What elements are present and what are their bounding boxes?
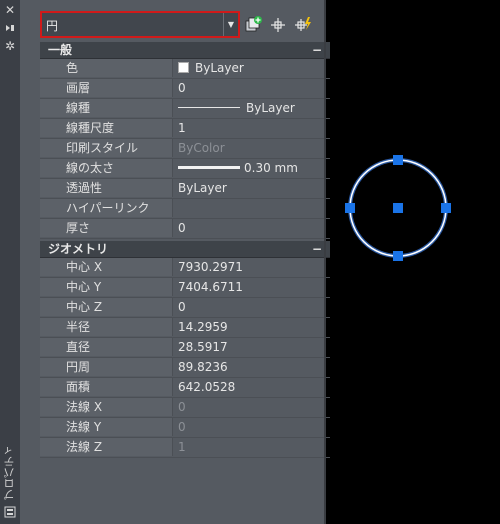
property-value[interactable]: ByLayer xyxy=(246,101,295,115)
section-geometry[interactable]: ジオメトリ − xyxy=(40,241,330,258)
property-row-color[interactable]: 色 ByLayer xyxy=(40,59,330,79)
property-row-lineweight[interactable]: 線の太さ 0.30 mm xyxy=(40,159,330,179)
property-row-center-z[interactable]: 中心 Z 0 xyxy=(40,298,330,318)
grip-top[interactable] xyxy=(393,155,403,165)
property-value[interactable]: 7930.2971 xyxy=(174,258,330,276)
palette-title: プロパティ xyxy=(3,445,16,500)
property-value[interactable] xyxy=(174,199,330,217)
property-row-center-y[interactable]: 中心 Y 7404.6711 xyxy=(40,278,330,298)
property-row-radius[interactable]: 半径 14.2959 xyxy=(40,318,330,338)
lineweight-preview-icon xyxy=(178,166,240,169)
property-row-circumference[interactable]: 円周 89.8236 xyxy=(40,358,330,378)
grip-bottom[interactable] xyxy=(393,251,403,261)
property-value: 0 xyxy=(178,400,186,414)
property-row-area[interactable]: 面積 642.0528 xyxy=(40,378,330,398)
property-value[interactable]: 0 xyxy=(174,298,330,316)
property-row-linetype[interactable]: 線種 ByLayer xyxy=(40,99,330,119)
property-value: 0 xyxy=(178,420,186,434)
property-row-normal-z: 法線 Z 1 xyxy=(40,438,330,458)
property-value[interactable]: 7404.6711 xyxy=(174,278,330,296)
property-label: 線種 xyxy=(40,99,173,117)
gear-icon[interactable]: ✲ xyxy=(4,40,16,52)
properties-panel: 円 ▼ 一般 − 色 ByLayer 画層 0 線種 ByLayer 線種尺度 … xyxy=(20,0,330,524)
property-grid: 一般 − 色 ByLayer 画層 0 線種 ByLayer 線種尺度 1 印刷… xyxy=(40,42,330,458)
property-value[interactable]: ByLayer xyxy=(195,61,244,75)
panel-border xyxy=(324,0,326,524)
property-label: 線種尺度 xyxy=(40,119,173,137)
palette-menu-icon[interactable] xyxy=(4,506,16,518)
collapse-icon[interactable]: − xyxy=(312,42,322,59)
property-label: 半径 xyxy=(40,318,173,336)
property-value[interactable]: 642.0528 xyxy=(174,378,330,396)
property-value[interactable]: 89.8236 xyxy=(174,358,330,376)
property-label: 透過性 xyxy=(40,179,173,197)
palette-sidebar: ✕ ✲ プロパティ xyxy=(0,0,20,524)
property-label: 中心 Y xyxy=(40,278,173,296)
property-row-normal-x: 法線 X 0 xyxy=(40,398,330,418)
section-general[interactable]: 一般 − xyxy=(40,42,330,59)
property-row-transparency[interactable]: 透過性 ByLayer xyxy=(40,179,330,199)
property-row-hyperlink[interactable]: ハイパーリンク xyxy=(40,199,330,219)
property-label: 直径 xyxy=(40,338,173,356)
chevron-down-icon[interactable]: ▼ xyxy=(223,13,238,36)
property-value[interactable]: 1 xyxy=(174,119,330,137)
property-row-thickness[interactable]: 厚さ 0 xyxy=(40,219,330,239)
property-label: ハイパーリンク xyxy=(40,199,173,217)
property-label: 法線 Z xyxy=(40,438,173,456)
property-value[interactable]: 0.30 mm xyxy=(244,161,298,175)
property-label: 法線 X xyxy=(40,398,173,416)
property-label: 色 xyxy=(40,59,173,77)
property-value[interactable]: 14.2959 xyxy=(174,318,330,336)
object-type-dropdown[interactable]: 円 ▼ xyxy=(40,11,240,38)
section-title: ジオメトリ xyxy=(48,242,109,256)
quick-select-icon[interactable] xyxy=(293,15,313,35)
grip-center[interactable] xyxy=(393,203,403,213)
close-icon[interactable]: ✕ xyxy=(4,4,16,16)
property-value[interactable]: ByLayer xyxy=(174,179,330,197)
autohide-icon[interactable] xyxy=(4,22,16,34)
property-label: 面積 xyxy=(40,378,173,396)
property-label: 円周 xyxy=(40,358,173,376)
property-label: 印刷スタイル xyxy=(40,139,173,157)
property-row-center-x[interactable]: 中心 X 7930.2971 xyxy=(40,258,330,278)
property-label: 厚さ xyxy=(40,219,173,237)
property-value[interactable]: 28.5917 xyxy=(174,338,330,356)
grip-right[interactable] xyxy=(441,203,451,213)
collapse-icon[interactable]: − xyxy=(312,241,322,258)
property-label: 画層 xyxy=(40,79,173,97)
section-title: 一般 xyxy=(48,43,73,57)
property-row-plot-style[interactable]: 印刷スタイル ByColor xyxy=(40,139,330,159)
property-value: ByColor xyxy=(178,141,225,155)
property-value: 1 xyxy=(178,440,186,454)
property-label: 線の太さ xyxy=(40,159,173,177)
property-row-diameter[interactable]: 直径 28.5917 xyxy=(40,338,330,358)
property-label: 中心 X xyxy=(40,258,173,276)
property-value[interactable]: 0 xyxy=(174,79,330,97)
object-type-value: 円 xyxy=(46,19,59,33)
property-row-linetype-scale[interactable]: 線種尺度 1 xyxy=(40,119,330,139)
toggle-pickadd-icon[interactable] xyxy=(243,15,263,35)
property-value[interactable]: 0 xyxy=(174,219,330,237)
color-swatch-icon xyxy=(178,62,189,73)
property-label: 中心 Z xyxy=(40,298,173,316)
drawing-canvas[interactable] xyxy=(340,150,456,266)
property-label: 法線 Y xyxy=(40,418,173,436)
grip-left[interactable] xyxy=(345,203,355,213)
property-row-layer[interactable]: 画層 0 xyxy=(40,79,330,99)
select-objects-icon[interactable] xyxy=(268,15,288,35)
property-row-normal-y: 法線 Y 0 xyxy=(40,418,330,438)
linetype-preview-icon xyxy=(178,107,240,108)
